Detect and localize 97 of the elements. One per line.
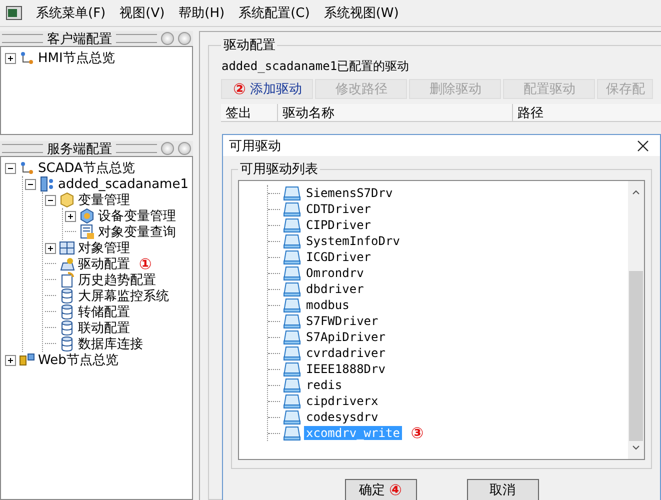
grip-lines	[2, 144, 44, 153]
tree-item[interactable]: 驱动配置	[78, 255, 130, 273]
tree-item[interactable]: 变量管理	[78, 191, 130, 209]
step-marker: ③	[410, 424, 424, 442]
tree-item[interactable]: 历史趋势配置	[78, 271, 156, 289]
document-icon	[59, 272, 75, 288]
scrollbar[interactable]	[628, 181, 644, 459]
drive-icon	[283, 346, 301, 360]
network-icon	[19, 50, 35, 66]
server-icon	[39, 176, 55, 192]
drive-icon	[283, 218, 301, 232]
drive-icon	[283, 266, 301, 280]
tree-item[interactable]: SCADA节点总览	[38, 159, 135, 177]
grip-lines	[116, 144, 158, 153]
driver-item[interactable]: codesysdrv	[304, 410, 380, 424]
close-icon	[637, 140, 649, 152]
grid-icon	[59, 240, 75, 256]
panel-title: 客户端配置	[47, 30, 112, 48]
configured-drivers-label: added_scadaname1已配置的驱动	[221, 58, 410, 75]
tree-item[interactable]: HMI节点总览	[38, 49, 115, 67]
drive-icon	[283, 186, 301, 200]
driver-item[interactable]: S7FWDriver	[304, 314, 380, 328]
app-icon	[6, 6, 22, 20]
drive-icon	[283, 362, 301, 376]
menu-item[interactable]: 系统配置(C)	[238, 4, 310, 22]
drive-icon	[283, 314, 301, 328]
driver-item[interactable]: redis	[304, 378, 344, 392]
tree-item[interactable]: added_scadaname1	[58, 176, 188, 192]
cancel-button[interactable]: 取消	[466, 479, 538, 500]
round-button[interactable]	[161, 32, 174, 45]
column-header[interactable]: 路径	[513, 104, 661, 121]
toolbar-button[interactable]: ② 添加驱动	[221, 79, 314, 99]
dialog-title: 可用驱动	[229, 138, 281, 154]
menu-item[interactable]: 帮助(H)	[178, 4, 225, 22]
group-title: 可用驱动列表	[239, 161, 319, 178]
round-button[interactable]	[178, 142, 192, 155]
web-icon	[19, 352, 35, 368]
round-button[interactable]	[161, 142, 174, 155]
hexagon-icon	[79, 208, 95, 224]
drive-icon	[283, 410, 301, 424]
driver-item[interactable]: SiemensS7Drv	[304, 186, 395, 200]
expand-toggle[interactable]	[45, 242, 56, 254]
collapse-toggle[interactable]	[5, 162, 16, 174]
column-header[interactable]: 签出	[221, 104, 278, 121]
database-icon	[59, 304, 75, 320]
database-icon	[59, 288, 75, 304]
scroll-thumb[interactable]	[629, 271, 643, 441]
drive-icon	[283, 298, 301, 312]
grip-lines	[2, 34, 44, 43]
cube-icon	[59, 192, 75, 208]
driver-item[interactable]: Omrondrv	[304, 266, 366, 280]
tree-item[interactable]: 对象管理	[78, 239, 130, 257]
tree-item[interactable]: 数据库连接	[78, 335, 143, 353]
collapse-toggle[interactable]	[25, 178, 36, 190]
document-icon	[79, 224, 95, 240]
tree-item[interactable]: 转储配置	[78, 303, 130, 321]
driver-item[interactable]: CDTDriver	[304, 202, 374, 216]
grip-lines	[116, 34, 158, 43]
drive-icon	[283, 426, 301, 440]
tree-item[interactable]: 大屏幕监控系统	[78, 287, 169, 305]
menu-item[interactable]: 系统视图(W)	[324, 4, 399, 22]
driver-item[interactable]: cvrdadriver	[304, 346, 388, 360]
driver-item[interactable]: IEEE1888Drv	[304, 362, 388, 376]
tree-item[interactable]: Web节点总览	[38, 351, 118, 369]
menu-item[interactable]: 视图(V)	[120, 4, 165, 22]
collapse-toggle[interactable]	[45, 194, 56, 206]
menu-item[interactable]: 系统菜单(F)	[36, 4, 106, 22]
driver-item[interactable]: modbus	[304, 298, 352, 312]
round-button[interactable]	[178, 32, 192, 45]
driver-item[interactable]: S7ApiDriver	[304, 330, 388, 344]
ok-button[interactable]: 确定 ④	[344, 479, 416, 500]
tree-item[interactable]: 设备变量管理	[98, 207, 176, 225]
step-marker: ①	[139, 255, 152, 273]
column-header[interactable]: 驱动名称	[278, 104, 514, 121]
tree-item[interactable]: 联动配置	[78, 319, 130, 337]
tree-item[interactable]: 对象变量查询	[98, 223, 176, 241]
drive-icon	[283, 330, 301, 344]
drive-gear-icon	[59, 256, 75, 272]
drive-icon	[283, 250, 301, 264]
panel-title: 服务端配置	[47, 140, 112, 158]
driver-item[interactable]: dbdriver	[304, 282, 366, 296]
driver-item[interactable]: cipdriverx	[304, 394, 380, 408]
drive-icon	[283, 282, 301, 296]
database-icon	[59, 320, 75, 336]
database-icon	[59, 336, 75, 352]
expand-toggle[interactable]	[65, 210, 76, 222]
expand-toggle[interactable]	[5, 52, 16, 64]
network-icon	[19, 160, 35, 176]
driver-item[interactable]: ICGDriver	[304, 250, 374, 264]
drive-icon	[283, 394, 301, 408]
drive-icon	[283, 202, 301, 216]
drive-icon	[283, 234, 301, 248]
group-title: 驱动配置	[222, 37, 276, 54]
drive-icon	[283, 378, 301, 392]
expand-toggle[interactable]	[5, 354, 16, 366]
driver-item[interactable]: SystemInfoDrv	[304, 234, 402, 248]
driver-item[interactable]: CIPDriver	[304, 218, 374, 232]
